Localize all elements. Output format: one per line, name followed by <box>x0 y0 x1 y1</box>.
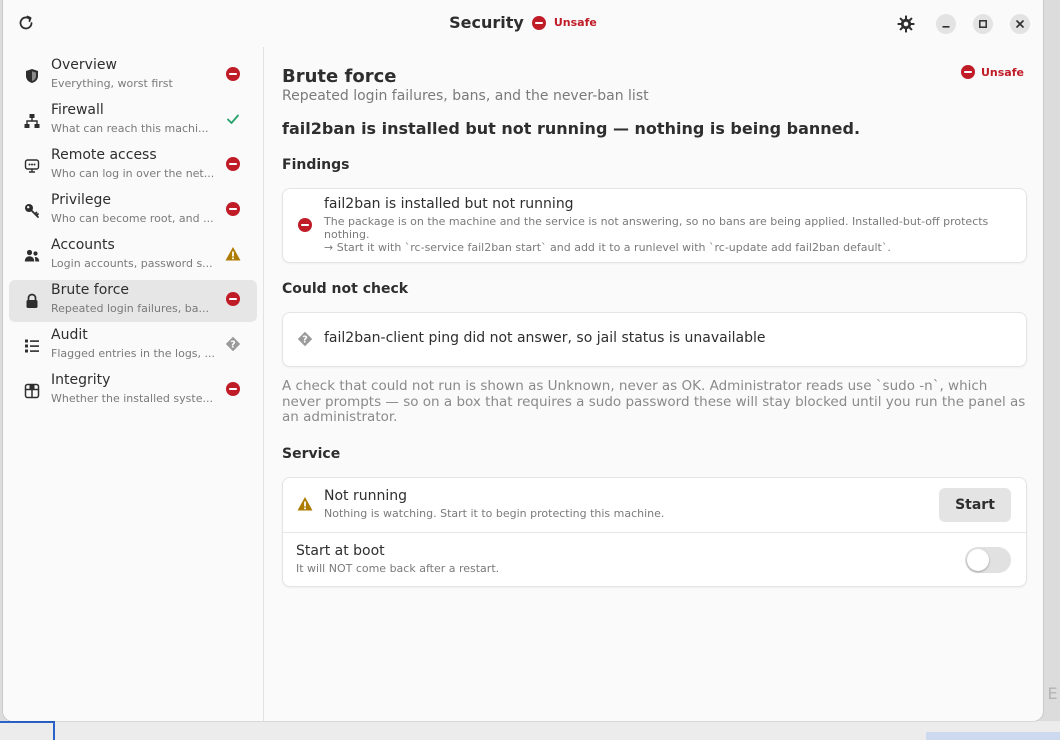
package-icon <box>23 382 41 400</box>
service-status-description: Nothing is watching. Start it to begin p… <box>324 507 665 520</box>
unknown-check-card: ? fail2ban-client ping did not answer, s… <box>282 312 1027 367</box>
sidebar-item-overview[interactable]: Overview Everything, worst first <box>9 55 257 97</box>
unknown-check-title: fail2ban-client ping did not answer, so … <box>324 330 766 346</box>
finding-description: The package is on the machine and the se… <box>324 215 989 241</box>
toggle-knob <box>967 549 989 571</box>
users-icon <box>23 247 41 265</box>
could-not-check-heading: Could not check <box>282 281 409 297</box>
service-heading: Service <box>282 446 341 462</box>
page-status-badge: Unsafe <box>961 65 1024 79</box>
unsafe-status-icon <box>225 201 241 217</box>
close-button[interactable] <box>1010 14 1030 34</box>
sidebar-item-title: Integrity <box>51 372 111 388</box>
page-title: Brute force <box>282 66 397 87</box>
service-status-title: Not running <box>324 488 408 504</box>
finding-card: fail2ban is installed but not running Th… <box>282 188 1027 263</box>
maximize-button[interactable] <box>973 14 993 34</box>
warning-icon <box>297 496 313 512</box>
sidebar-item-subtitle: Flagged entries in the logs, ... <box>51 347 216 360</box>
unsafe-status-icon <box>531 15 546 30</box>
maximize-icon <box>979 20 987 28</box>
sidebar-item-integrity[interactable]: Integrity Whether the installed syste... <box>9 370 257 412</box>
svg-text:?: ? <box>302 335 308 346</box>
svg-text:?: ? <box>230 340 236 351</box>
minimize-icon <box>942 26 950 28</box>
sidebar-item-subtitle: Repeated login failures, ba... <box>51 302 209 315</box>
sidebar-item-title: Firewall <box>51 102 104 118</box>
sidebar-item-privilege[interactable]: Privilege Who can become root, and ... <box>9 190 257 232</box>
refresh-button[interactable] <box>14 11 38 35</box>
header-bar: Security Unsafe <box>3 0 1043 47</box>
sidebar-item-subtitle: Everything, worst first <box>51 77 173 90</box>
sidebar-item-firewall[interactable]: Firewall What can reach this machi... <box>9 100 257 142</box>
sidebar-item-remote-access[interactable]: Remote access Who can log in over the ne… <box>9 145 257 187</box>
main-content: Brute force Repeated login failures, ban… <box>264 47 1043 721</box>
sidebar-item-title: Brute force <box>51 282 130 298</box>
unsafe-status-icon <box>225 66 241 82</box>
window-status-label: Unsafe <box>553 16 597 29</box>
sidebar-item-subtitle: What can reach this machi... <box>51 122 209 135</box>
unsafe-status-icon <box>225 156 241 172</box>
refresh-icon <box>19 15 33 30</box>
start-at-boot-title: Start at boot <box>296 543 385 559</box>
sidebar-item-brute-force[interactable]: Brute force Repeated login failures, ba.… <box>9 280 257 322</box>
sidebar-item-title: Accounts <box>51 237 115 253</box>
sidebar-item-title: Remote access <box>51 147 157 163</box>
unsafe-status-icon <box>225 381 241 397</box>
desktop-taskbar <box>0 721 1060 740</box>
unknown-check-note: A check that could not run is shown as U… <box>282 378 1026 425</box>
unknown-status-icon: ? <box>225 336 241 352</box>
network-icon <box>23 112 41 130</box>
sidebar-item-title: Overview <box>51 57 117 73</box>
service-card: Not running Nothing is watching. Start i… <box>282 477 1027 587</box>
list-icon <box>23 337 41 355</box>
taskbar-item[interactable] <box>926 732 1060 740</box>
warning-icon <box>225 246 241 262</box>
start-at-boot-description: It will NOT come back after a restart. <box>296 562 500 575</box>
divider <box>283 532 1026 533</box>
unknown-status-icon: ? <box>297 331 313 347</box>
finding-action: → Start it with `rc-service fail2ban sta… <box>324 241 891 254</box>
remote-terminal-icon <box>23 157 41 175</box>
gear-icon <box>897 15 915 33</box>
page-headline: fail2ban is installed but not running — … <box>282 119 861 138</box>
sidebar: Overview Everything, worst first Firewal… <box>3 47 264 721</box>
sidebar-item-audit[interactable]: Audit Flagged entries in the logs, ... ? <box>9 325 257 367</box>
check-icon <box>225 111 241 127</box>
findings-heading: Findings <box>282 157 350 173</box>
settings-button[interactable] <box>895 13 917 35</box>
key-icon <box>23 202 41 220</box>
lock-icon <box>23 292 41 310</box>
page-status-label: Unsafe <box>981 65 1024 79</box>
sidebar-item-title: Privilege <box>51 192 112 208</box>
window-title: Security <box>449 13 524 32</box>
sidebar-item-subtitle: Who can become root, and ... <box>51 212 214 225</box>
start-at-boot-toggle[interactable] <box>965 547 1011 573</box>
sidebar-item-accounts[interactable]: Accounts Login accounts, password s... <box>9 235 257 277</box>
security-window: Security Unsafe Overview Everything, wor… <box>3 0 1043 721</box>
unsafe-status-icon <box>297 217 313 233</box>
minimize-button[interactable] <box>936 14 956 34</box>
start-button[interactable]: Start <box>939 488 1011 522</box>
page-subtitle: Repeated login failures, bans, and the n… <box>282 88 649 104</box>
sidebar-item-title: Audit <box>51 327 88 343</box>
shield-icon <box>23 67 41 85</box>
finding-title: fail2ban is installed but not running <box>324 196 574 212</box>
unsafe-status-icon <box>961 65 975 79</box>
close-icon <box>1016 20 1024 28</box>
sidebar-item-subtitle: Whether the installed syste... <box>51 392 213 405</box>
taskbar-item[interactable] <box>0 721 55 740</box>
unsafe-status-icon <box>225 291 241 307</box>
sidebar-item-subtitle: Who can log in over the net... <box>51 167 215 180</box>
sidebar-item-subtitle: Login accounts, password s... <box>51 257 213 270</box>
